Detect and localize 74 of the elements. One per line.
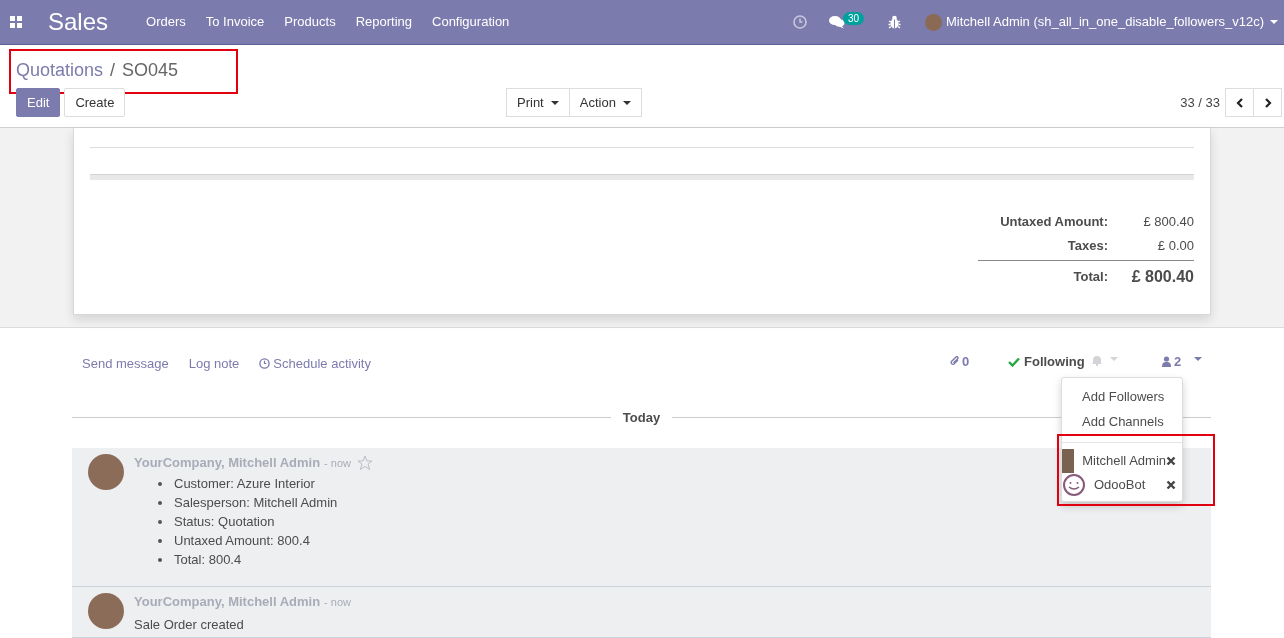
avatar-photo <box>1062 449 1075 473</box>
dropdown-button[interactable]: Print <box>506 88 570 117</box>
avatar-photo <box>925 13 943 31</box>
chevron-left-icon <box>1235 97 1244 108</box>
tracking-value: Total: 800.4 <box>174 550 242 569</box>
total-value: £ 800.40 <box>1130 267 1194 287</box>
breadcrumb-current: SO045 <box>122 59 179 82</box>
dropdown-item[interactable]: Add Followers <box>1062 386 1182 411</box>
message-author: YourCompany, Mitchell Admin <box>134 454 321 473</box>
chatter-action-link[interactable]: Schedule activity <box>259 354 371 374</box>
bullet-icon <box>158 538 162 543</box>
app-title: Sales <box>48 7 109 37</box>
clock-icon <box>792 15 807 29</box>
paperclip-icon <box>950 356 960 368</box>
total-label: Taxes: <box>1067 237 1108 256</box>
caret-icon <box>622 100 631 105</box>
followers-button[interactable]: 2 <box>1162 352 1182 372</box>
menu-link[interactable]: To Invoice <box>205 12 265 32</box>
previous-button[interactable] <box>1225 88 1254 117</box>
total-label: Untaxed Amount: <box>1000 213 1108 232</box>
message-badge: 30 <box>842 11 865 25</box>
date-separator: Today <box>621 409 662 427</box>
bug-icon <box>888 15 902 29</box>
bullet-icon <box>158 481 162 486</box>
person-icon <box>1162 356 1171 368</box>
user-menu[interactable]: Mitchell Admin (sh_all_in_one_disable_followers_v12c) <box>925 12 1278 32</box>
message-body: Sale Order created <box>134 616 245 634</box>
caret-icon <box>550 100 559 105</box>
dropdown-item[interactable]: Add Channels <box>1062 411 1182 436</box>
tracking-value: Salesperson: Mitchell Admin <box>174 493 338 512</box>
breadcrumb-separator: / <box>110 59 116 82</box>
tracking-value: Customer: Azure Interior <box>174 474 315 493</box>
bullet-icon <box>158 519 162 524</box>
menu-link[interactable]: Reporting <box>355 12 412 32</box>
caret-icon <box>1110 357 1118 361</box>
menu-link[interactable]: Configuration <box>432 12 510 32</box>
chat-icon <box>828 15 845 29</box>
message-time: - now <box>324 455 351 471</box>
check-icon <box>1008 356 1020 367</box>
message-time: - now <box>324 594 351 610</box>
chatter-action-link[interactable]: Log note <box>188 354 240 374</box>
bell-icon <box>1091 354 1103 366</box>
message-author: YourCompany, Mitchell Admin <box>134 593 321 612</box>
smiley-icon <box>1062 473 1086 497</box>
next-button[interactable] <box>1253 88 1282 117</box>
follower-name[interactable]: OdooBot <box>1094 475 1166 495</box>
avatar-photo <box>88 454 124 490</box>
follow-button[interactable]: Following <box>1008 352 1085 372</box>
breadcrumb-link[interactable]: Quotations <box>16 57 104 84</box>
clock-icon <box>259 358 271 370</box>
menu-link[interactable]: Orders <box>146 12 186 32</box>
dropdown-button[interactable]: Action <box>568 88 642 117</box>
create-button[interactable]: Create <box>64 88 126 117</box>
bullet-icon <box>158 500 162 505</box>
close-icon[interactable] <box>1166 456 1176 466</box>
attachments-button[interactable]: 0 <box>950 352 970 372</box>
close-icon[interactable] <box>1166 480 1176 490</box>
chevron-right-icon <box>1263 97 1272 108</box>
total-value: £ 0.00 <box>1156 237 1194 256</box>
edit-button[interactable]: Edit <box>16 88 61 117</box>
caret-icon <box>1194 357 1202 361</box>
tracking-value: Status: Quotation <box>174 512 275 531</box>
caret-icon <box>1270 20 1278 24</box>
total-label: Total: <box>1073 268 1108 287</box>
bullet-icon <box>158 557 162 562</box>
apps-menu-icon[interactable] <box>10 16 22 28</box>
pager-value: 33 / 33 <box>1180 93 1220 112</box>
chatter-action-link[interactable]: Send message <box>82 354 169 374</box>
follower-name[interactable]: Mitchell Admin <box>1082 451 1166 471</box>
tracking-value: Untaxed Amount: 800.4 <box>174 531 310 550</box>
avatar-photo <box>88 593 124 629</box>
star-icon[interactable] <box>357 455 373 471</box>
menu-link[interactable]: Products <box>284 12 336 32</box>
total-value: £ 800.40 <box>1142 213 1194 232</box>
